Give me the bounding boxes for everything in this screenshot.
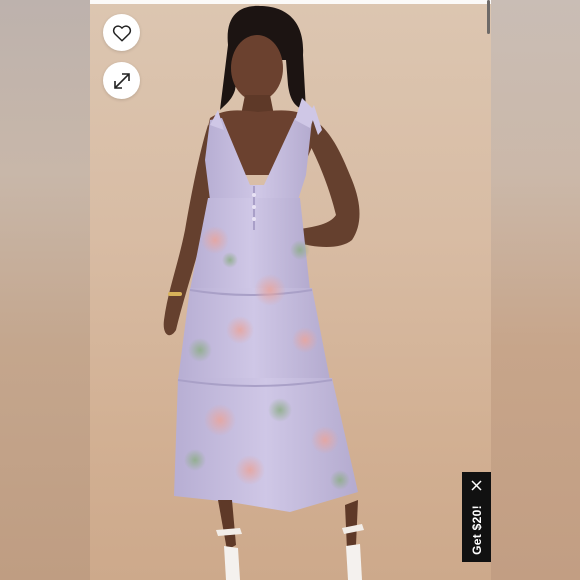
heart-icon (112, 24, 131, 42)
favorite-button[interactable] (103, 14, 140, 51)
expand-image-button[interactable] (103, 62, 140, 99)
blurred-background-right (491, 0, 580, 580)
product-image[interactable] (90, 0, 491, 580)
promo-label[interactable]: Get $20! (470, 505, 484, 555)
model-photo (163, 5, 364, 580)
close-icon[interactable] (470, 479, 483, 492)
blurred-background-left (0, 0, 90, 580)
promo-tab[interactable]: Get $20! (462, 472, 491, 562)
scrollbar-thumb[interactable] (487, 0, 490, 34)
top-edge (90, 0, 491, 4)
expand-arrows-icon (113, 72, 130, 89)
